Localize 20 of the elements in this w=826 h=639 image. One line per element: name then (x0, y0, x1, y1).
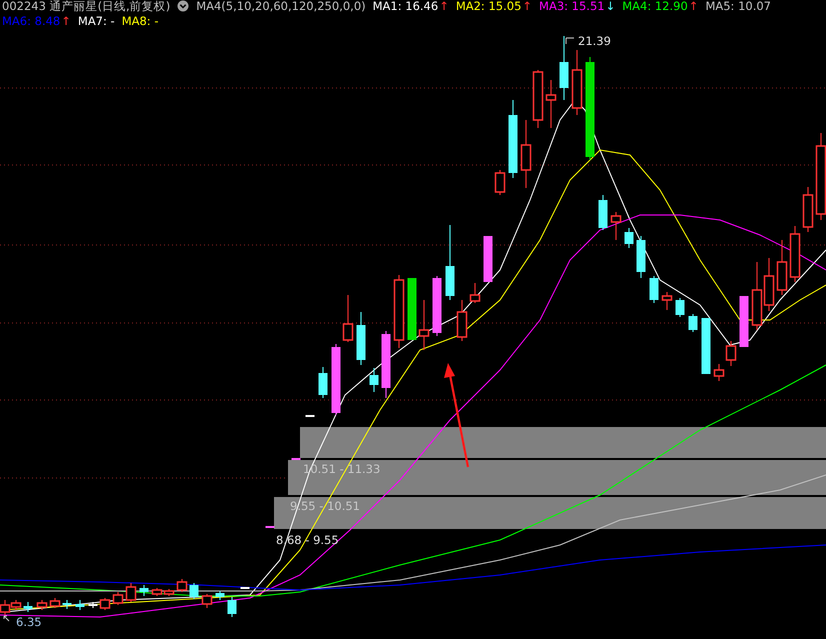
moving-average-value: MA3: 15.51 (539, 0, 605, 13)
dropdown-icon[interactable] (177, 0, 190, 12)
moving-average-value: MA2: 15.05 (456, 0, 522, 13)
stock-title: 002243 通产丽星(日线,前复权) (2, 0, 170, 13)
trend-arrow: ↓ (606, 0, 616, 13)
moving-average-value: MA1: 16.46 (372, 0, 438, 13)
indicator-params: MA4(5,10,20,60,120,250,0,0) (196, 0, 366, 13)
high-price-label: 21.39 (578, 34, 611, 48)
moving-average-value: MA6: 8.48 (2, 15, 60, 28)
trend-arrow: ↑ (688, 0, 698, 13)
low-price-label: 6.35 (16, 615, 42, 629)
low-marker-icon (4, 616, 10, 622)
trend-arrow: ↑ (439, 0, 449, 13)
high-marker-icon (566, 38, 574, 44)
trend-arrow: ↑ (522, 0, 532, 13)
moving-average-value: MA4: 12.90 (622, 0, 688, 13)
moving-average-value: MA5: 10.07 (705, 0, 771, 13)
moving-average-value: MA8: - (122, 15, 158, 28)
moving-average-value: MA7: - (78, 15, 115, 28)
trend-arrow: ↑ (61, 15, 71, 28)
